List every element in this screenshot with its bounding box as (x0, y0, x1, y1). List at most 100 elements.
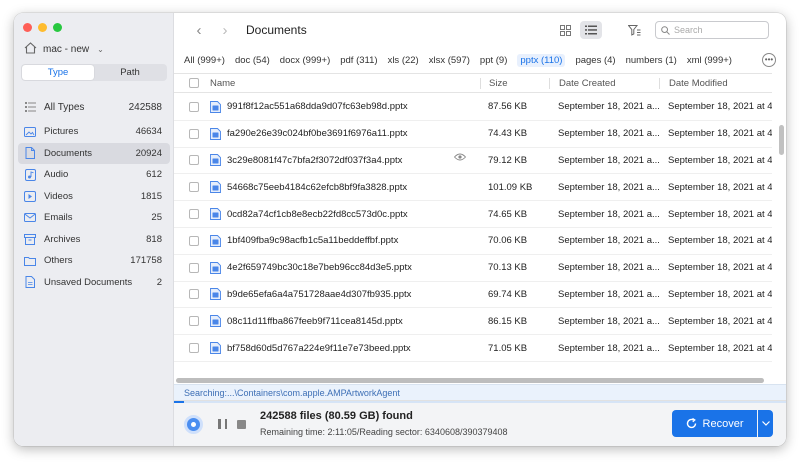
sidebar-item-pictures[interactable]: Pictures 46634 (18, 121, 170, 143)
file-date-modified: September 18, 2021 at 4... (668, 288, 772, 300)
file-date-modified: September 18, 2021 at 4... (668, 128, 772, 140)
page-title: Documents (246, 23, 307, 37)
sidebar-item-label: Unsaved Documents (44, 276, 133, 288)
sidebar-item-others[interactable]: Others 171758 (18, 250, 170, 272)
table-row[interactable]: 3c29e8081f47c7bfa2f3072df037f3a4.pptx 79.… (174, 148, 772, 175)
filter-tab-pptx[interactable]: pptx (110) (517, 54, 566, 67)
file-size: 70.06 KB (488, 235, 528, 247)
file-date-created: September 18, 2021 a... (558, 315, 659, 327)
stop-button[interactable] (237, 420, 246, 429)
archive-icon (24, 233, 36, 245)
pptx-file-icon (210, 261, 221, 274)
home-icon (24, 42, 37, 57)
table-row[interactable]: fa290e26e39c024bf0be3691f6976a11.pptx 74.… (174, 121, 772, 148)
column-header-date-modified[interactable]: Date Modified (659, 77, 772, 89)
vertical-scrollbar[interactable] (779, 125, 784, 155)
sidebar-item-emails[interactable]: Emails 25 (18, 207, 170, 229)
file-date-created: September 18, 2021 a... (558, 101, 659, 113)
pptx-file-icon (210, 234, 221, 247)
row-checkbox[interactable] (189, 262, 199, 273)
sidebar-item-audio[interactable]: Audio 612 (18, 164, 170, 186)
file-name: 0cd82a74cf1cb8e8ecb22fd8cc573d0c.pptx (227, 208, 408, 220)
file-date-created: September 18, 2021 a... (558, 288, 659, 300)
sidebar-item-count: 242588 (128, 101, 162, 113)
row-checkbox[interactable] (189, 101, 199, 112)
grid-view-button[interactable] (554, 21, 576, 39)
file-date-created: September 18, 2021 a... (558, 154, 659, 166)
pptx-file-icon (210, 342, 221, 355)
filter-tab-pages[interactable]: pages (4) (575, 55, 615, 66)
file-name: 991f8f12ac551a68dda9d07fc63eb98d.pptx (227, 101, 408, 113)
category-list: All Types 242588 Pictures 46634 Document… (18, 95, 170, 293)
column-header-name[interactable]: Name (208, 78, 480, 89)
sidebar-item-count: 2 (156, 276, 162, 288)
table-row[interactable]: 0cd82a74cf1cb8e8ecb22fd8cc573d0c.pptx 74.… (174, 201, 772, 228)
filter-tab-ppt[interactable]: ppt (9) (480, 55, 507, 66)
sidebar-item-documents[interactable]: Documents 20924 (18, 142, 170, 164)
filter-tab-doc[interactable]: doc (54) (235, 55, 270, 66)
row-checkbox[interactable] (189, 343, 199, 354)
row-checkbox[interactable] (189, 289, 199, 300)
segment-path[interactable]: Path (94, 65, 166, 80)
sidebar-item-archives[interactable]: Archives 818 (18, 229, 170, 251)
sidebar-item-label: Audio (44, 169, 69, 181)
close-window-button[interactable] (23, 23, 32, 32)
sidebar-item-all-types[interactable]: All Types 242588 (18, 95, 170, 119)
table-row[interactable]: bf758d60d5d767a224e9f11e7e73beed.pptx 71.… (174, 335, 772, 362)
back-arrow-icon[interactable]: ‹ (186, 22, 212, 39)
segment-type[interactable]: Type (22, 65, 94, 80)
sidebar-item-label: Videos (44, 190, 73, 202)
row-checkbox[interactable] (189, 235, 199, 246)
drive-selector[interactable]: mac - new ⌄ (24, 42, 104, 57)
search-input[interactable] (674, 25, 764, 35)
zoom-window-button[interactable] (53, 23, 62, 32)
pptx-file-icon (210, 100, 221, 113)
filter-tab-docx[interactable]: docx (999+) (280, 55, 330, 66)
search-box (655, 21, 769, 39)
filter-tab-pdf[interactable]: pdf (311) (340, 55, 377, 66)
sidebar-item-label: Archives (44, 233, 81, 245)
table-row[interactable]: 4e2f659749bc30c18e7beb96cc84d3e5.pptx 70.… (174, 255, 772, 282)
row-checkbox[interactable] (189, 155, 199, 166)
row-checkbox[interactable] (189, 209, 199, 220)
file-date-created: September 18, 2021 a... (558, 208, 659, 220)
file-date-created: September 18, 2021 a... (558, 342, 659, 354)
table-row[interactable]: 08c11d11ffba867feeb9f711cea8145d.pptx 86.… (174, 308, 772, 336)
table-row[interactable]: 54668c75eeb4184c62efcb8bf9fa3828.pptx 101… (174, 174, 772, 202)
filter-tab-numbers[interactable]: numbers (1) (626, 55, 677, 66)
sidebar-item-unsaved-documents[interactable]: Unsaved Documents 2 (18, 272, 170, 294)
forward-arrow-icon[interactable]: › (212, 22, 238, 39)
filter-tab-xls[interactable]: xls (22) (388, 55, 419, 66)
recover-options-button[interactable] (758, 410, 773, 437)
row-checkbox[interactable] (189, 182, 199, 193)
file-type-filter-bar: All (999+) doc (54) docx (999+) pdf (311… (174, 51, 786, 70)
horizontal-scrollbar[interactable] (176, 377, 778, 383)
recover-button[interactable]: Recover (672, 410, 757, 437)
filter-tab-xml[interactable]: xml (999+) (687, 55, 732, 66)
list-view-button[interactable] (580, 21, 602, 39)
filter-tab-all[interactable]: All (999+) (184, 55, 225, 66)
recover-label: Recover (702, 417, 744, 430)
searching-path: Searching:...\Containers\com.apple.AMPAr… (174, 384, 786, 400)
file-date-modified: September 18, 2021 at 4... (668, 315, 772, 327)
minimize-window-button[interactable] (38, 23, 47, 32)
column-header-size[interactable]: Size (480, 77, 549, 89)
app-window: mac - new ⌄ Type Path All Types 242588 P… (14, 13, 786, 446)
table-row[interactable]: 1bf409fba9c98acfb1c5a11beddeffbf.pptx 70.… (174, 228, 772, 255)
sidebar-item-videos[interactable]: Videos 1815 (18, 186, 170, 208)
table-row[interactable]: b9de65efa6a4a751728aae4d307fb935.pptx 69.… (174, 282, 772, 309)
select-all-checkbox[interactable] (189, 78, 199, 88)
filter-button[interactable] (624, 21, 644, 39)
preview-eye-icon[interactable] (453, 153, 467, 164)
row-checkbox[interactable] (189, 316, 199, 327)
list-view-icon (585, 25, 597, 35)
filter-tab-xlsx[interactable]: xlsx (597) (429, 55, 470, 66)
column-header-date-created[interactable]: Date Created (549, 77, 659, 89)
row-checkbox[interactable] (189, 128, 199, 139)
more-filters-button[interactable]: ••• (762, 53, 776, 67)
pause-button[interactable] (218, 419, 227, 429)
file-name: bf758d60d5d767a224e9f11e7e73beed.pptx (227, 342, 411, 354)
table-row[interactable]: 991f8f12ac551a68dda9d07fc63eb98d.pptx 87.… (174, 94, 772, 121)
grid-view-icon (559, 24, 571, 36)
file-size: 71.05 KB (488, 342, 528, 354)
